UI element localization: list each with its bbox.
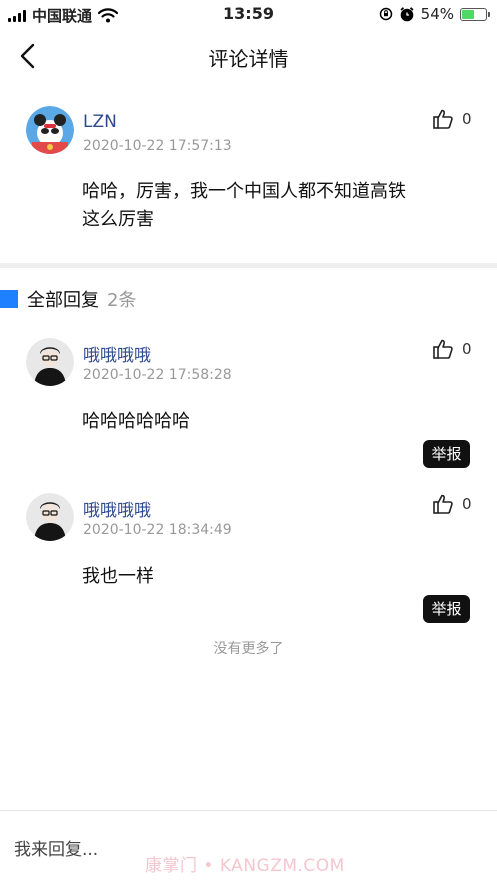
report-button[interactable]: 举报 [423, 595, 470, 623]
reply-item: 哦哦哦哦 2020-10-22 18:34:49 0 我也一样 举报 [0, 493, 497, 628]
reply-count: 2条 [107, 290, 137, 311]
no-more-label: 没有更多了 [213, 641, 284, 657]
comment-time: 2020-10-22 17:57:13 [83, 138, 232, 154]
username[interactable]: 哦哦哦哦 [83, 341, 151, 366]
like-count: 0 [462, 110, 472, 128]
reply-item: 哦哦哦哦 2020-10-22 17:58:28 0 哈哈哈哈哈哈 举报 [0, 338, 497, 473]
avatar[interactable] [26, 493, 74, 541]
username[interactable]: 哦哦哦哦 [83, 496, 151, 521]
alarm-icon [400, 7, 414, 22]
like-count: 0 [462, 340, 472, 358]
username[interactable]: LZN [83, 112, 117, 132]
comment-text: 哈哈，厉害，我一个中国人都不知道高铁这么厉害 [82, 181, 406, 230]
report-button[interactable]: 举报 [423, 440, 470, 468]
comment-text: 我也一样 [82, 566, 154, 587]
watermark: 康掌门 • KANGZM.COM [145, 856, 345, 876]
thumbs-up-icon [433, 494, 453, 514]
avatar[interactable] [26, 338, 74, 386]
battery-icon [460, 7, 490, 21]
comment-time: 2020-10-22 18:34:49 [83, 522, 232, 538]
replies-header: 全部回复 2条 [0, 287, 136, 311]
section-accent-bar [0, 290, 18, 308]
nav-bar: 评论详情 [0, 30, 497, 82]
reply-bar: 康掌门 • KANGZM.COM [0, 810, 497, 883]
like-button[interactable]: 0 [432, 493, 472, 515]
like-button[interactable]: 0 [432, 108, 472, 130]
section-title: 全部回复 [27, 290, 99, 311]
divider [0, 263, 497, 268]
page-title: 评论详情 [208, 47, 289, 71]
avatar[interactable] [26, 106, 74, 154]
thumbs-up-icon [433, 339, 453, 359]
status-right: 54% [379, 5, 490, 23]
battery-percent: 54% [420, 5, 454, 23]
like-button[interactable]: 0 [432, 338, 472, 360]
like-count: 0 [462, 495, 472, 513]
main-comment: LZN 2020-10-22 17:57:13 0 哈哈，厉害，我一个中国人都不… [0, 106, 497, 256]
status-bar: 中国联通 13:59 54% [0, 0, 497, 30]
thumbs-up-icon [433, 109, 453, 129]
comment-text: 哈哈哈哈哈哈 [82, 411, 190, 432]
comment-time: 2020-10-22 17:58:28 [83, 367, 232, 383]
rotation-lock-icon [379, 7, 392, 21]
